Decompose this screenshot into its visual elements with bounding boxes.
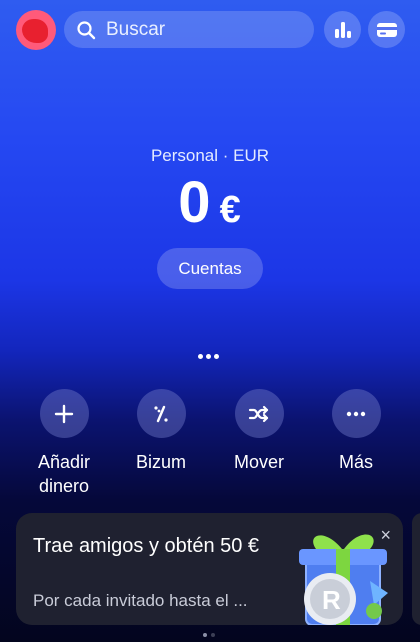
move-button[interactable]: Mover — [209, 389, 309, 474]
balance-currency: € — [219, 189, 242, 231]
promo-subtitle: Por cada invitado hasta el ... — [33, 591, 248, 610]
dot — [198, 354, 203, 359]
balance-amount: 0 € — [0, 172, 420, 241]
account-label: Personal · EUR — [150, 146, 270, 165]
bizum-icon — [154, 405, 168, 422]
shuffle-icon — [248, 405, 269, 422]
avatar-image — [22, 19, 48, 43]
move-circle[interactable] — [234, 389, 284, 438]
dot — [214, 354, 219, 359]
top-bar: Buscar — [16, 10, 410, 50]
analytics-button[interactable] — [324, 11, 361, 48]
bizum-button[interactable]: Bizum — [111, 389, 211, 474]
add-money-label: Añadir dinero — [14, 450, 114, 498]
next-promo-card-peek[interactable] — [412, 513, 420, 625]
credit-card-icon — [376, 22, 397, 37]
svg-text:R: R — [322, 585, 341, 615]
add-money-button[interactable]: Añadir dinero — [14, 389, 114, 498]
carousel-dot-active — [203, 633, 207, 637]
add-money-label-line1: Añadir — [37, 452, 91, 472]
bizum-circle[interactable] — [136, 389, 186, 438]
move-label: Mover — [233, 452, 284, 472]
add-money-label-line2: dinero — [38, 476, 90, 496]
bar-chart-icon — [334, 21, 351, 38]
search-input[interactable]: Buscar — [64, 11, 314, 48]
more-button[interactable]: Más — [306, 389, 406, 474]
add-money-circle[interactable] — [39, 389, 89, 438]
search-placeholder: Buscar — [106, 18, 166, 40]
search-icon — [77, 20, 96, 39]
bizum-label: Bizum — [135, 452, 186, 472]
carousel-dot — [211, 633, 215, 637]
avatar[interactable] — [16, 10, 56, 50]
more-circle[interactable] — [331, 389, 381, 438]
more-options-dots[interactable] — [198, 354, 219, 359]
plus-icon — [54, 404, 74, 423]
close-promo-button[interactable]: × — [380, 525, 391, 546]
balance-value: 0 — [178, 170, 212, 235]
more-label: Más — [338, 452, 373, 472]
accounts-button[interactable]: Cuentas — [157, 248, 263, 289]
balance-section: Personal · EUR 0 € — [0, 146, 420, 241]
cards-button[interactable] — [368, 11, 405, 48]
dot — [206, 354, 211, 359]
more-horizontal-icon — [346, 411, 366, 416]
carousel-indicator — [203, 633, 215, 637]
notification-dot — [49, 10, 56, 16]
referral-promo-card[interactable]: Trae amigos y obtén 50 € Por cada invita… — [16, 513, 403, 625]
promo-title: Trae amigos y obtén 50 € — [33, 535, 260, 557]
